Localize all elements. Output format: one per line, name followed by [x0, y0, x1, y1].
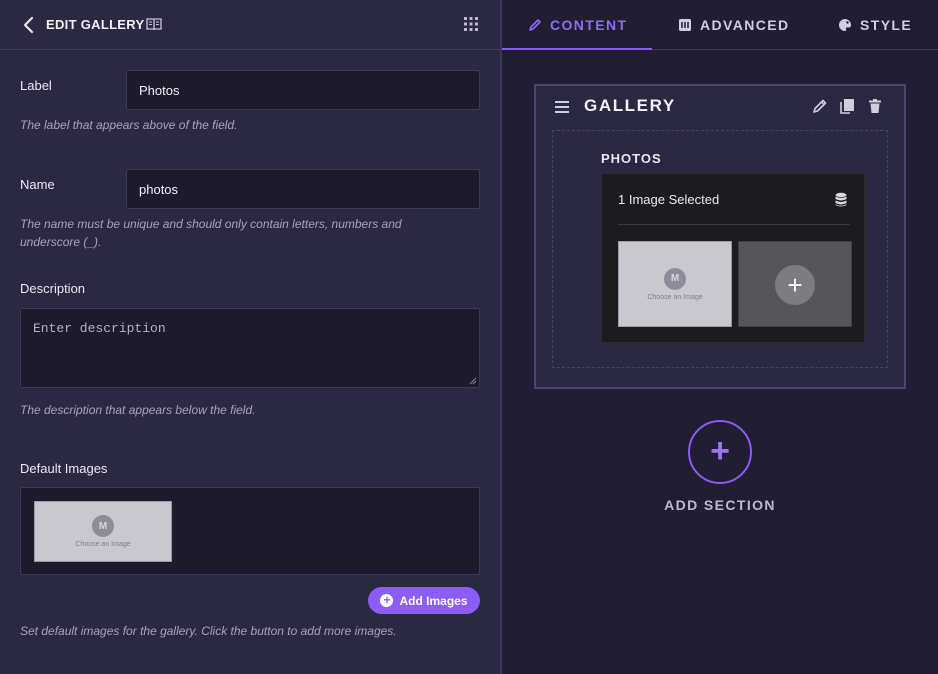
name-field-label: Name [20, 177, 55, 192]
placeholder-caption: Choose an Image [647, 293, 703, 301]
tab-style-label: STYLE [860, 17, 913, 33]
photos-gallery-widget: 1 Image Selected M Choose an Image + [601, 173, 865, 343]
label-input[interactable]: Photos [126, 70, 480, 110]
drag-handle-icon[interactable] [554, 100, 570, 114]
name-help-text: The name must be unique and should only … [20, 217, 402, 249]
label-field-label: Label [20, 78, 52, 93]
edit-panel-header: EDIT GALLERY [0, 0, 500, 50]
widget-divider [618, 224, 850, 225]
edit-pencil-icon[interactable] [812, 98, 828, 114]
advanced-icon [679, 19, 691, 31]
description-textarea[interactable]: Enter description [20, 308, 480, 388]
tab-bar: CONTENT ADVANCED STYLE [502, 0, 938, 50]
photos-field-label: PHOTOS [601, 151, 662, 166]
pencil-icon [529, 19, 541, 31]
tab-content-label: CONTENT [550, 17, 628, 33]
panel-title: EDIT GALLERY [46, 17, 145, 32]
description-placeholder: Enter description [33, 321, 166, 336]
description-field-label: Description [20, 281, 86, 296]
palette-icon [839, 19, 851, 31]
description-help-text: The description that appears below the f… [20, 403, 256, 417]
default-image-thumbnail[interactable]: M Choose an Image [34, 501, 172, 562]
selected-image-thumbnail[interactable]: M Choose an Image [618, 241, 732, 327]
default-images-box: M Choose an Image [20, 487, 480, 575]
edit-panel: EDIT GALLERY Label Photos The label that… [0, 0, 500, 674]
active-tab-indicator [502, 48, 652, 50]
trash-icon[interactable] [867, 98, 883, 114]
tab-style[interactable]: STYLE [838, 0, 912, 50]
default-images-help-text: Set default images for the gallery. Clic… [20, 624, 397, 638]
canvas-panel: CONTENT ADVANCED STYLE GALLERY PHOTOS 1 … [502, 0, 938, 674]
tab-advanced-label: ADVANCED [700, 17, 790, 33]
selected-count-text: 1 Image Selected [618, 192, 720, 207]
duplicate-icon[interactable] [839, 98, 855, 114]
gallery-title: GALLERY [584, 96, 676, 115]
plus-icon: + [775, 265, 815, 305]
tab-advanced[interactable]: ADVANCED [678, 0, 790, 50]
plus-icon: + [710, 432, 730, 470]
add-section-label[interactable]: ADD SECTION [502, 497, 938, 513]
placeholder-logo-icon: M [92, 515, 114, 537]
add-section-button[interactable]: + [688, 420, 752, 484]
chevron-left-icon[interactable] [22, 16, 36, 34]
add-images-label: Add Images [399, 593, 468, 608]
add-image-tile[interactable]: + [738, 241, 852, 327]
label-help-text: The label that appears above of the fiel… [20, 118, 238, 132]
grid-icon[interactable] [464, 17, 478, 31]
book-icon[interactable] [146, 16, 162, 32]
placeholder-caption: Choose an Image [75, 541, 131, 548]
placeholder-logo-icon: M [664, 267, 686, 290]
add-images-button[interactable]: + Add Images [368, 587, 480, 614]
plus-circle-icon: + [380, 594, 394, 607]
resize-grip-icon[interactable] [469, 377, 477, 385]
default-images-field-label: Default Images [20, 461, 108, 476]
tab-content[interactable]: CONTENT [528, 0, 627, 50]
database-icon[interactable] [834, 192, 848, 208]
gallery-field-container: PHOTOS 1 Image Selected M Choose an Imag… [552, 130, 888, 368]
gallery-section-card[interactable]: GALLERY PHOTOS 1 Image Selected M Choose… [534, 84, 906, 389]
name-input[interactable]: photos [126, 169, 480, 209]
